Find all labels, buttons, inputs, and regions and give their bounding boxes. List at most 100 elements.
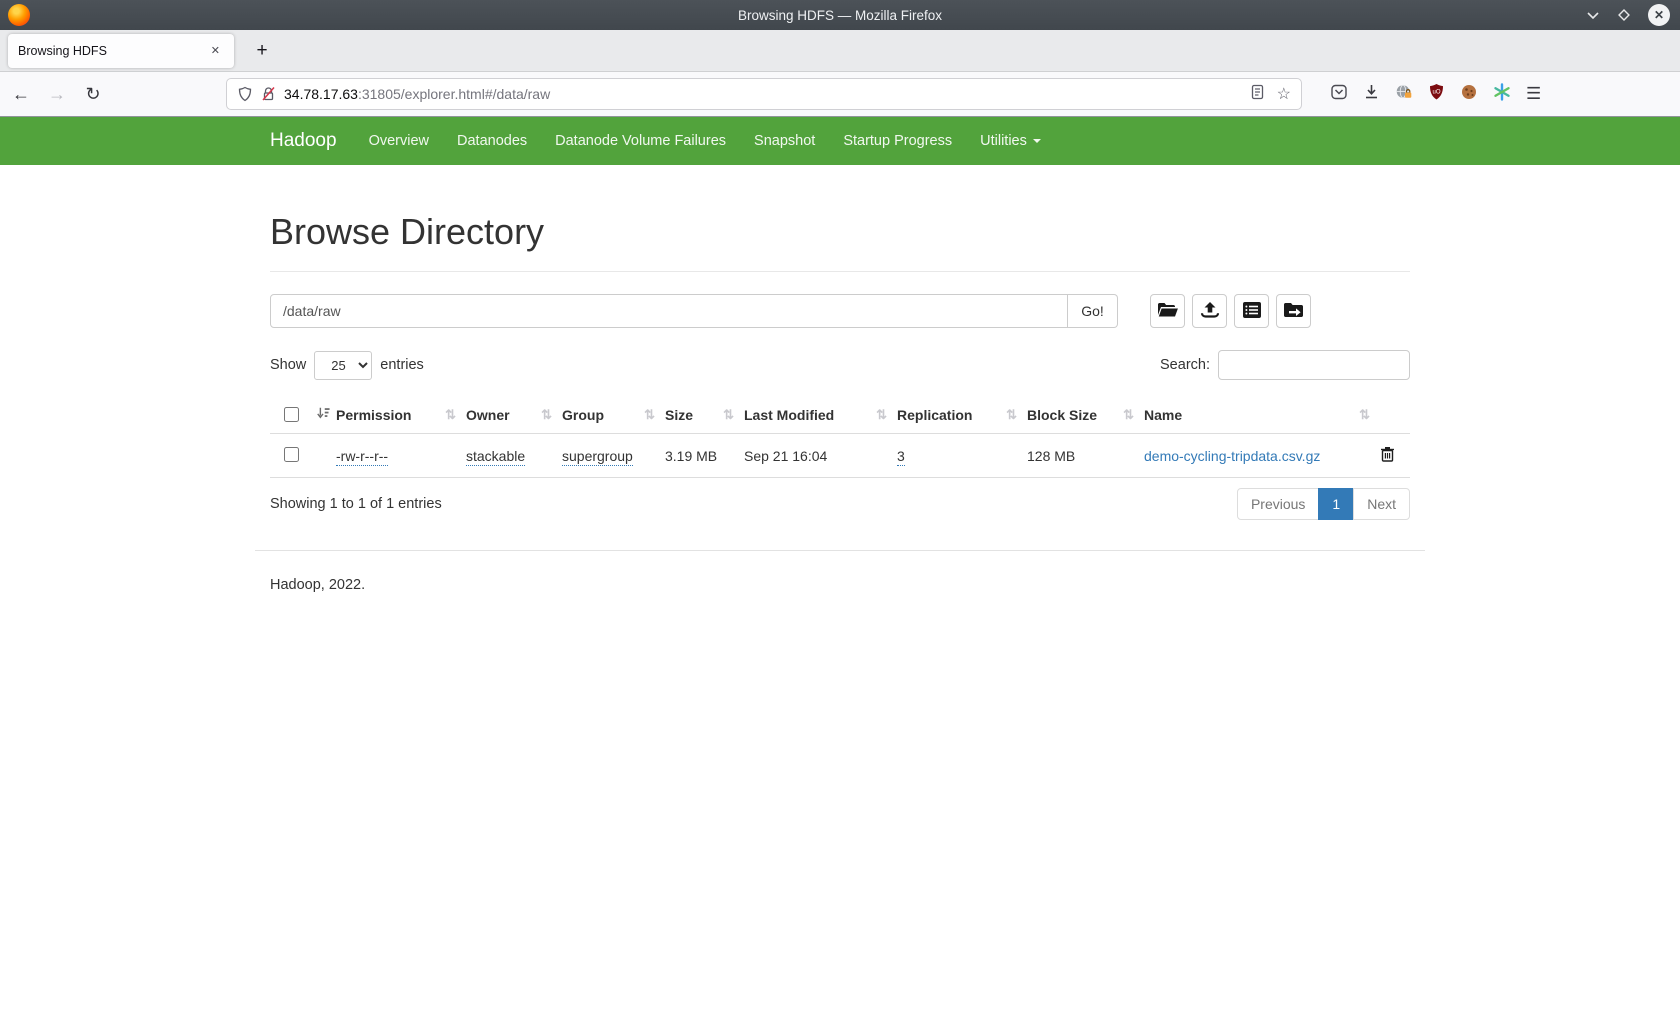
firefox-logo-icon xyxy=(8,4,30,26)
show-label: Show xyxy=(270,357,306,373)
new-tab-button[interactable]: + xyxy=(248,37,276,65)
sort-icon: ⇅ xyxy=(1006,407,1027,423)
column-header-permission[interactable]: Permission⇅ xyxy=(336,398,466,434)
browser-window: Browsing HDFS — Mozilla Firefox ✕ Browsi… xyxy=(0,0,1680,1012)
pagination-previous[interactable]: Previous xyxy=(1237,488,1319,520)
select-all-checkbox[interactable] xyxy=(284,407,299,422)
list-alt-icon xyxy=(1242,301,1262,322)
nav-item-datanodes[interactable]: Datanodes xyxy=(443,117,541,165)
table-header-row: Permission⇅ Owner⇅ Group⇅ Size⇅ Last Mod… xyxy=(270,398,1410,434)
page-title: Browse Directory xyxy=(270,211,1410,253)
block-size-cell: 128 MB xyxy=(1027,448,1075,464)
url-text: 34.78.17.63:31805/explorer.html#/data/ra… xyxy=(284,86,1250,102)
sort-active-icon[interactable] xyxy=(316,406,336,423)
tab-bar: Browsing HDFS ✕ + xyxy=(0,30,1680,72)
search-input[interactable] xyxy=(1218,350,1410,380)
last-modified-cell: Sep 21 16:04 xyxy=(744,448,827,464)
upload-files-button[interactable] xyxy=(1192,294,1227,328)
url-host: 34.78.17.63 xyxy=(284,86,358,102)
trash-icon xyxy=(1380,446,1395,465)
ublock-origin-icon[interactable]: uO xyxy=(1428,83,1445,106)
search-label: Search: xyxy=(1160,357,1210,373)
entries-label: entries xyxy=(380,357,424,373)
downloads-icon[interactable] xyxy=(1363,83,1380,105)
entries-per-page-select[interactable]: 25 xyxy=(314,351,372,380)
row-checkbox[interactable] xyxy=(284,447,299,462)
pagination-page-1[interactable]: 1 xyxy=(1318,488,1354,520)
svg-text:uO: uO xyxy=(1432,89,1440,95)
move-button[interactable] xyxy=(1276,294,1311,328)
tab-close-icon[interactable]: ✕ xyxy=(207,42,224,59)
cookie-extension-icon[interactable] xyxy=(1460,83,1478,106)
table-footer: Showing 1 to 1 of 1 entries Previous 1 N… xyxy=(270,488,1410,520)
bookmark-star-icon[interactable]: ☆ xyxy=(1277,84,1291,104)
directory-path-input[interactable] xyxy=(270,294,1068,328)
table-row: -rw-r--r-- stackable supergroup 3.19 MB … xyxy=(270,434,1410,478)
site-footer: Hadoop, 2022. xyxy=(270,551,1410,593)
column-header-size[interactable]: Size⇅ xyxy=(665,398,744,434)
folder-move-icon xyxy=(1283,301,1305,322)
back-button[interactable]: ← xyxy=(6,79,36,109)
insecure-lock-icon[interactable] xyxy=(261,86,276,102)
titlebar: Browsing HDFS — Mozilla Firefox ✕ xyxy=(0,0,1680,30)
url-bar[interactable]: 34.78.17.63:31805/explorer.html#/data/ra… xyxy=(226,78,1302,110)
page-content: Browse Directory Go! xyxy=(0,165,1680,1012)
forward-button[interactable]: → xyxy=(42,79,72,109)
column-header-block-size[interactable]: Block Size⇅ xyxy=(1027,398,1144,434)
sort-icon: ⇅ xyxy=(876,407,897,423)
nav-item-startup-progress[interactable]: Startup Progress xyxy=(829,117,966,165)
pocket-icon[interactable] xyxy=(1330,83,1348,106)
group-cell[interactable]: supergroup xyxy=(562,448,633,466)
column-header-group[interactable]: Group⇅ xyxy=(562,398,665,434)
window-title: Browsing HDFS — Mozilla Firefox xyxy=(0,8,1680,23)
path-form: Go! xyxy=(270,294,1410,328)
sort-icon: ⇅ xyxy=(445,407,466,423)
nav-item-utilities[interactable]: Utilities xyxy=(966,117,1055,165)
chevron-down-icon xyxy=(1033,139,1041,143)
sort-icon: ⇅ xyxy=(644,407,665,423)
table-controls: Show 25 entries Search: xyxy=(270,350,1410,380)
column-header-replication[interactable]: Replication⇅ xyxy=(897,398,1027,434)
sort-icon: ⇅ xyxy=(1123,407,1144,423)
entries-summary: Showing 1 to 1 of 1 entries xyxy=(270,496,442,512)
column-header-last-modified[interactable]: Last Modified⇅ xyxy=(744,398,897,434)
size-cell: 3.19 MB xyxy=(665,448,717,464)
reader-mode-icon[interactable] xyxy=(1250,84,1265,105)
snowflake-extension-icon[interactable] xyxy=(1493,83,1511,106)
hadoop-navbar: Hadoop Overview Datanodes Datanode Volum… xyxy=(0,117,1680,165)
folder-open-icon xyxy=(1157,301,1179,322)
sort-icon: ⇅ xyxy=(723,407,744,423)
extension-globe-lock-icon[interactable] xyxy=(1395,83,1413,106)
file-listing-table: Permission⇅ Owner⇅ Group⇅ Size⇅ Last Mod… xyxy=(270,398,1410,478)
pagination-next[interactable]: Next xyxy=(1353,488,1410,520)
url-path: :31805/explorer.html#/data/raw xyxy=(358,86,550,102)
divider xyxy=(270,271,1410,272)
browser-tab[interactable]: Browsing HDFS ✕ xyxy=(8,34,234,68)
reload-button[interactable]: ↻ xyxy=(78,79,108,109)
tab-title: Browsing HDFS xyxy=(18,44,207,58)
go-button[interactable]: Go! xyxy=(1068,294,1118,328)
hadoop-brand[interactable]: Hadoop xyxy=(270,130,337,152)
window-minimize-icon[interactable] xyxy=(1586,10,1600,20)
file-name-link[interactable]: demo-cycling-tripdata.csv.gz xyxy=(1144,448,1320,464)
window-maximize-icon[interactable] xyxy=(1616,7,1632,23)
permission-cell[interactable]: -rw-r--r-- xyxy=(336,448,388,466)
create-directory-button[interactable] xyxy=(1150,294,1185,328)
delete-button[interactable] xyxy=(1380,446,1410,465)
clipboard-button[interactable] xyxy=(1234,294,1269,328)
column-header-actions xyxy=(1380,398,1410,434)
nav-item-overview[interactable]: Overview xyxy=(355,117,443,165)
column-header-name[interactable]: Name⇅ xyxy=(1144,398,1380,434)
nav-item-snapshot[interactable]: Snapshot xyxy=(740,117,829,165)
nav-item-datanode-volume-failures[interactable]: Datanode Volume Failures xyxy=(541,117,740,165)
tracking-protection-shield-icon[interactable] xyxy=(237,86,253,102)
menu-icon[interactable]: ☰ xyxy=(1526,84,1541,104)
navigation-toolbar: ← → ↻ 34.78.17.63:31805/explorer.html#/d… xyxy=(0,72,1680,117)
owner-cell[interactable]: stackable xyxy=(466,448,525,466)
sort-icon: ⇅ xyxy=(541,407,562,423)
sort-icon: ⇅ xyxy=(1359,407,1380,423)
column-header-owner[interactable]: Owner⇅ xyxy=(466,398,562,434)
replication-cell[interactable]: 3 xyxy=(897,448,905,466)
upload-icon xyxy=(1199,300,1221,322)
window-close-icon[interactable]: ✕ xyxy=(1648,4,1670,26)
